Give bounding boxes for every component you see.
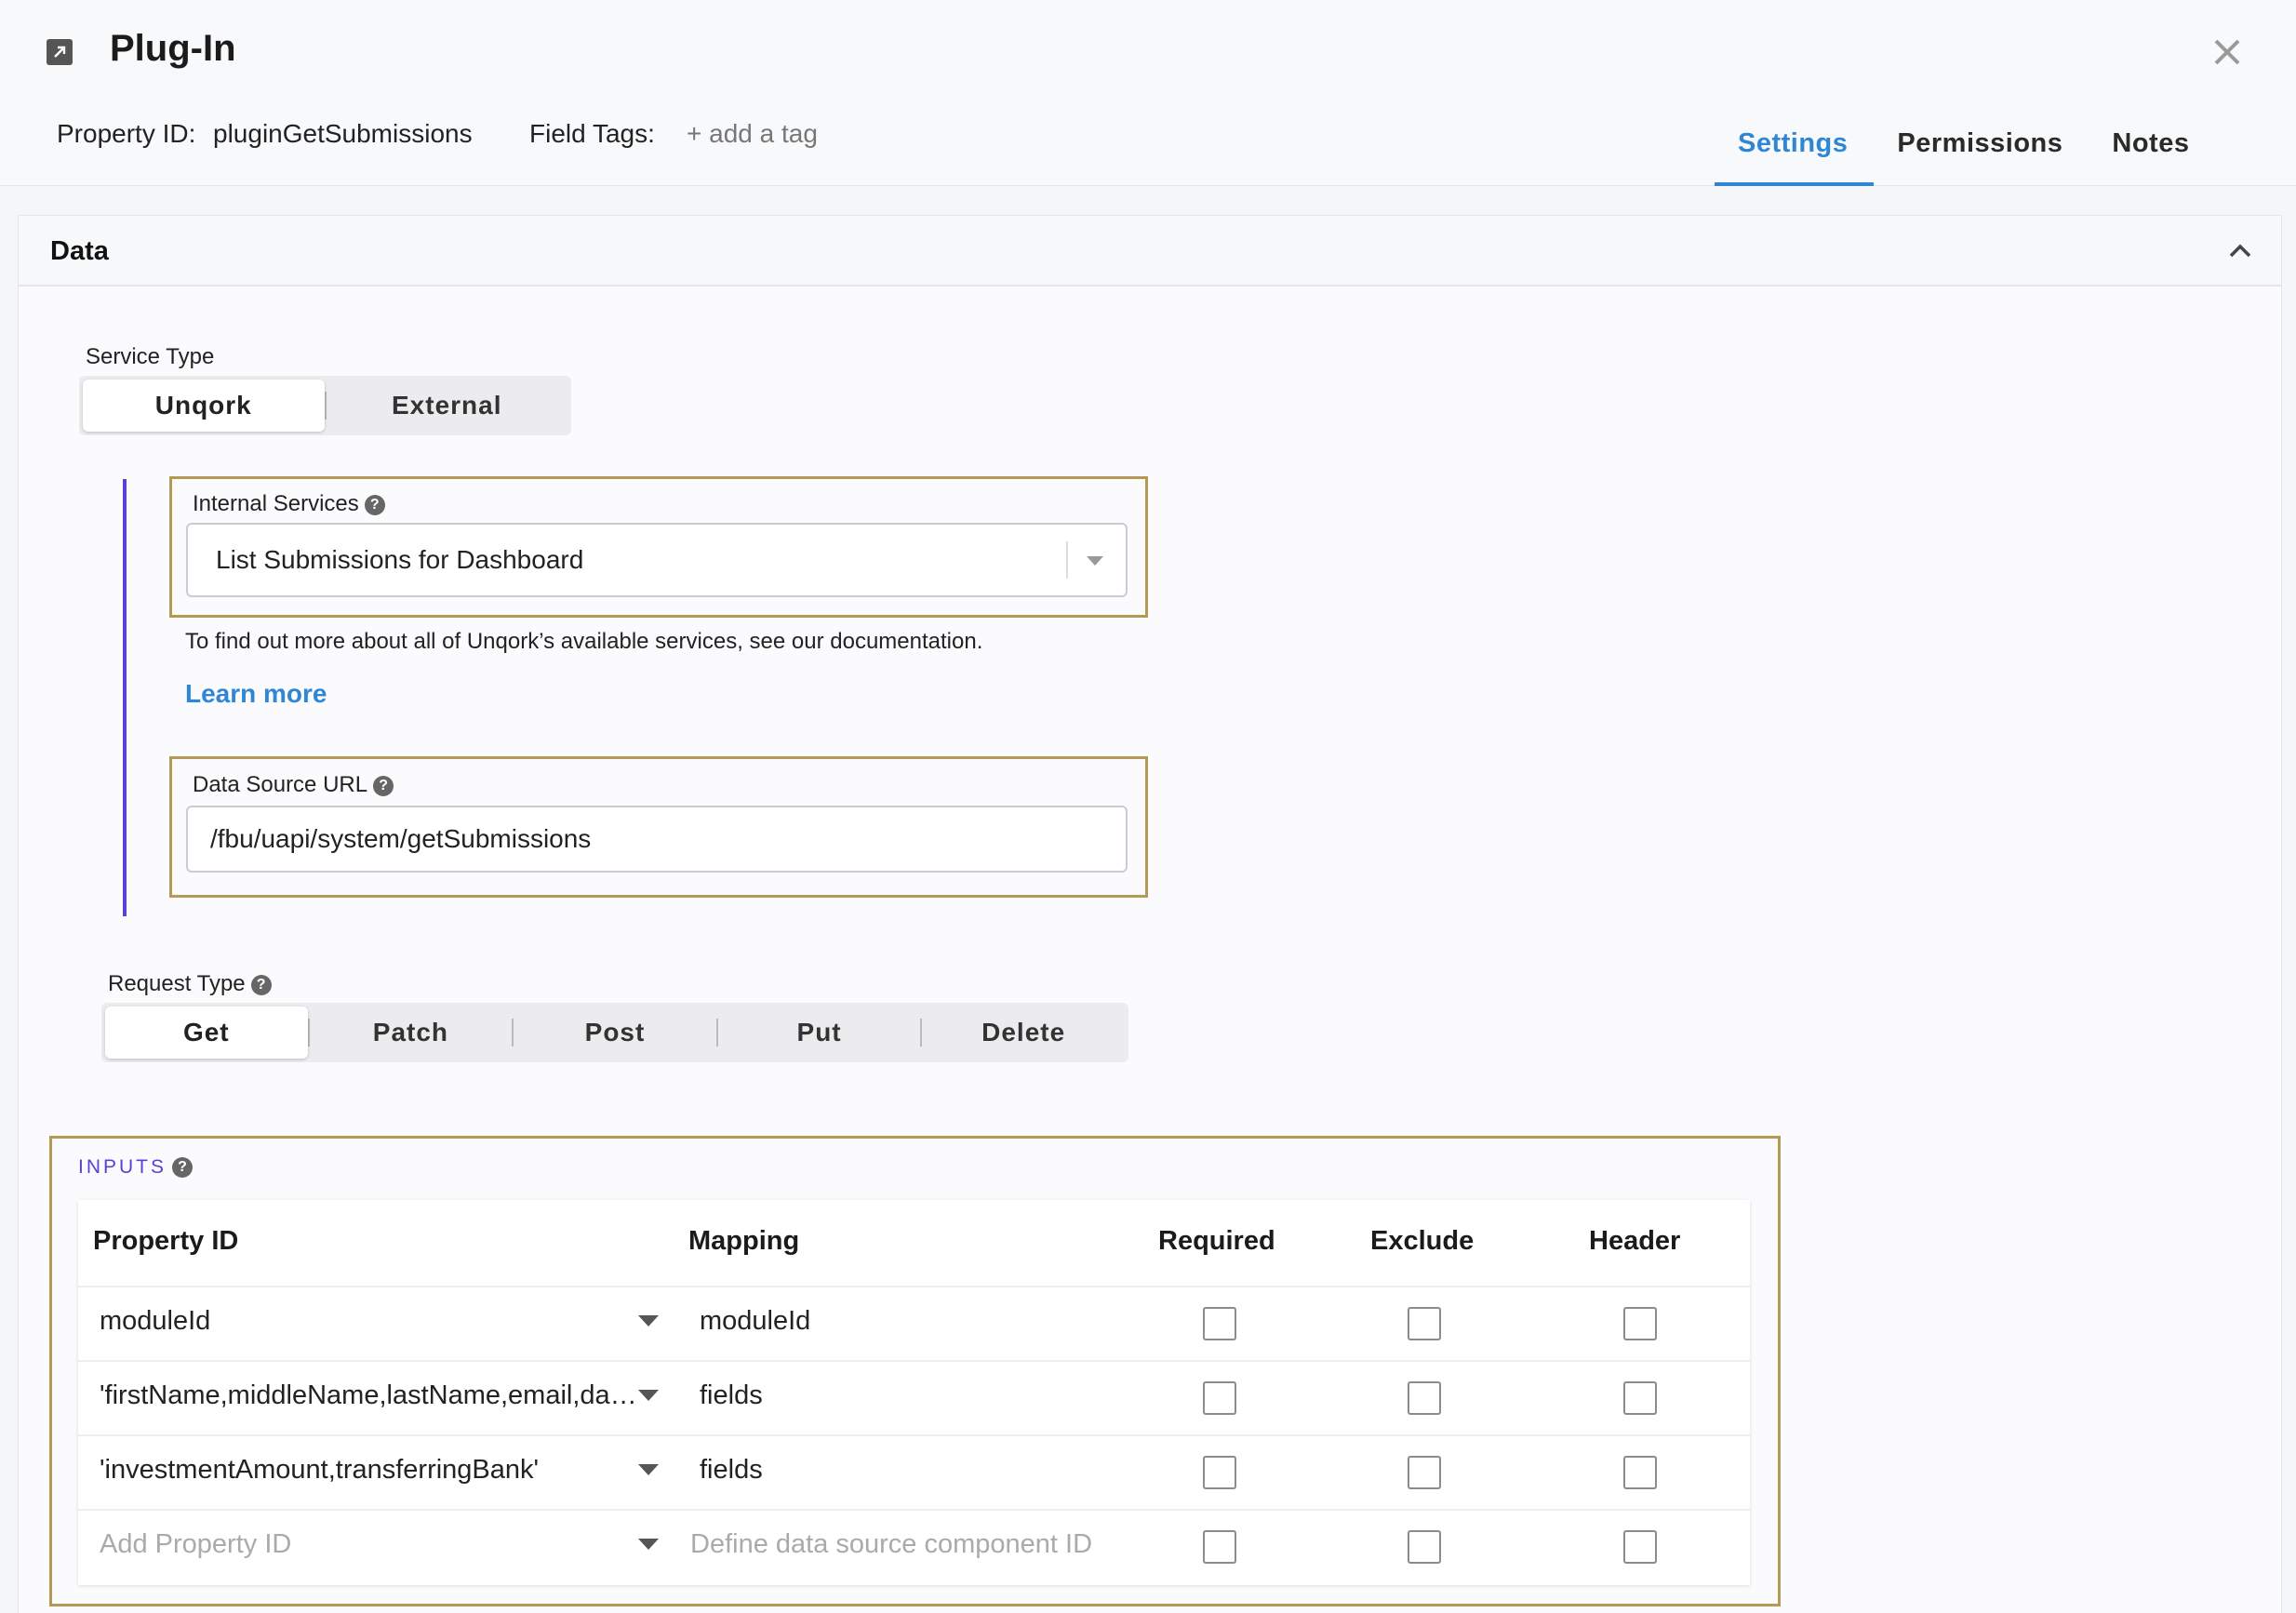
request-type-delete[interactable]: Delete [922,1006,1125,1059]
property-id-label: Property ID: [57,119,196,148]
caret-down-icon[interactable] [638,1539,659,1550]
tab-settings[interactable]: Settings [1715,119,1875,186]
mapping-cell[interactable]: moduleId [700,1306,1118,1337]
help-icon[interactable]: ? [364,495,385,515]
internal-services-label-text: Internal Services [193,491,359,516]
header-checkbox[interactable] [1623,1307,1657,1340]
modal-tabs: Settings Permissions Notes [1715,119,2215,186]
learn-more-link[interactable]: Learn more [185,679,327,709]
property-id-value[interactable]: pluginGetSubmissions [213,119,473,149]
required-checkbox[interactable] [1203,1530,1236,1564]
help-icon[interactable]: ? [373,776,394,796]
required-checkbox[interactable] [1203,1456,1236,1489]
modal-header: Plug-In Property ID: pluginGetSubmission… [0,0,2296,186]
internal-services-select[interactable]: List Submissions for Dashboard [186,523,1128,597]
request-type-label: Request Type? [108,971,272,997]
inputs-label: INPUTS? [78,1156,194,1179]
help-icon[interactable]: ? [250,975,272,995]
exclude-checkbox[interactable] [1408,1456,1441,1489]
property-id-cell[interactable]: 'investmentAmount,transferringBank' [100,1455,634,1486]
close-icon[interactable] [2209,33,2246,71]
table-row-new: Add Property ID Define data source compo… [78,1509,1750,1583]
required-checkbox[interactable] [1203,1307,1236,1340]
tab-permissions[interactable]: Permissions [1874,119,2089,186]
mapping-cell[interactable]: fields [700,1380,1118,1411]
expand-icon[interactable] [47,39,73,65]
caret-down-icon[interactable] [638,1390,659,1401]
table-row: 'investmentAmount,transferringBank' fiel… [78,1434,1750,1509]
column-exclude: Exclude [1370,1226,1475,1256]
header-checkbox[interactable] [1623,1381,1657,1415]
tab-notes[interactable]: Notes [2089,119,2215,186]
column-required: Required [1158,1226,1275,1256]
inputs-table: Property ID Mapping Required Exclude Hea… [78,1200,1750,1585]
data-source-url-input[interactable]: /fbu/uapi/system/getSubmissions [186,806,1128,873]
data-section-header[interactable]: Data [19,216,2281,287]
caret-down-icon[interactable] [638,1464,659,1475]
inputs-label-text: INPUTS [78,1156,167,1178]
column-header: Header [1589,1226,1681,1256]
caret-down-icon[interactable] [1087,556,1103,566]
service-type-external[interactable]: External [327,380,568,432]
request-type-post[interactable]: Post [514,1006,716,1059]
data-source-url-label: Data Source URL? [193,772,394,798]
header-checkbox[interactable] [1623,1530,1657,1564]
mapping-cell[interactable]: fields [700,1455,1118,1486]
column-mapping: Mapping [688,1226,800,1256]
request-type-get[interactable]: Get [105,1006,308,1059]
table-row: 'firstName,middleName,lastName,email,da…… [78,1360,1750,1434]
modal-title: Plug-In [110,28,236,69]
conditional-bar [123,479,127,916]
property-id-cell[interactable]: 'firstName,middleName,lastName,email,da… [100,1380,634,1411]
request-type-toggle: Get Patch Post Put Delete [101,1003,1128,1062]
request-type-put[interactable]: Put [718,1006,921,1059]
header-checkbox[interactable] [1623,1456,1657,1489]
data-source-url-label-text: Data Source URL [193,772,368,797]
exclude-checkbox[interactable] [1408,1307,1441,1340]
caret-down-icon[interactable] [638,1315,659,1326]
help-icon[interactable]: ? [172,1157,194,1178]
mapping-input[interactable]: Define data source component ID [690,1529,1155,1560]
property-id-cell[interactable]: moduleId [100,1306,621,1337]
add-tag-link[interactable]: + add a tag [687,119,818,149]
exclude-checkbox[interactable] [1408,1381,1441,1415]
request-type-patch[interactable]: Patch [310,1006,513,1059]
documentation-helper-text: To find out more about all of Unqork’s a… [185,629,983,654]
service-type-label: Service Type [86,344,215,369]
table-row: moduleId moduleId [78,1286,1750,1360]
field-tags-label: Field Tags: [529,119,655,148]
required-checkbox[interactable] [1203,1381,1236,1415]
section-title: Data [50,236,109,266]
add-property-id-input[interactable]: Add Property ID [100,1529,621,1560]
request-type-label-text: Request Type [108,971,246,996]
service-type-unqork[interactable]: Unqork [83,380,325,432]
column-property-id: Property ID [93,1226,239,1256]
data-source-url-value: /fbu/uapi/system/getSubmissions [210,824,592,853]
internal-services-value: List Submissions for Dashboard [216,545,584,574]
chevron-up-icon[interactable] [2227,238,2253,269]
service-type-toggle: Unqork External [79,376,571,435]
exclude-checkbox[interactable] [1408,1530,1441,1564]
internal-services-label: Internal Services? [193,491,385,517]
divider [1066,541,1068,579]
